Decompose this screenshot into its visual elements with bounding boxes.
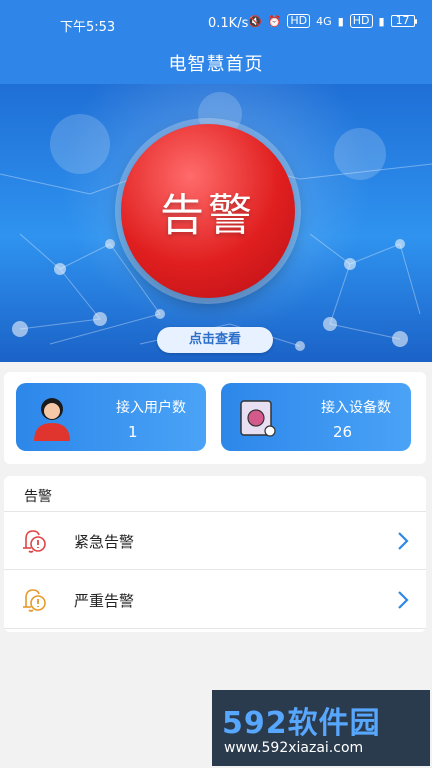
status-bar: 下午5:53 0.1K/s 🔇 ⏰ HD 4G ▮ HD ▮ 17: [0, 12, 432, 38]
battery-icon: 17: [390, 15, 417, 27]
urgent-alarm-label: 紧急告警: [74, 533, 135, 551]
alarm-section-header: 告警: [4, 476, 426, 512]
alarm-section-title: 告警: [24, 489, 52, 505]
alarm-button[interactable]: 告警: [121, 124, 295, 298]
bell-alert-icon: [23, 530, 46, 553]
signal-icon: ▮: [337, 14, 344, 28]
site-watermark: 592软件园 www.592xiazai.com: [212, 690, 430, 766]
watermark-url: www.592xiazai.com: [224, 740, 364, 756]
users-label: 接入用户数: [116, 400, 186, 416]
hd-icon-2: HD: [349, 14, 373, 28]
alarm-banner: 告警 点击查看: [0, 84, 432, 362]
mute-icon: 🔇: [248, 14, 262, 28]
status-icons: 🔇 ⏰ HD 4G ▮ HD ▮ 17: [248, 14, 417, 28]
user-avatar-icon: [34, 398, 70, 441]
watermark-brand: 592软件园: [222, 706, 381, 741]
signal-icon-2: ▮: [378, 14, 385, 28]
bell-warning-icon: [23, 589, 46, 612]
top-bar: 下午5:53 0.1K/s 🔇 ⏰ HD 4G ▮ HD ▮ 17 电智慧首页: [0, 0, 432, 84]
devices-value: 26: [333, 423, 353, 441]
view-details-button[interactable]: 点击查看: [157, 327, 273, 353]
signal-label: 4G: [316, 14, 332, 28]
alarm-clock-icon: ⏰: [267, 14, 282, 28]
stats-panel: 接入用户数 1 接入设备数 26: [4, 372, 426, 464]
chevron-right-icon: [398, 532, 409, 550]
devices-card[interactable]: 接入设备数 26: [221, 383, 411, 451]
page-title: 电智慧首页: [168, 54, 264, 75]
users-value: 1: [128, 423, 138, 441]
users-card[interactable]: 接入用户数 1: [16, 383, 206, 451]
status-time: 下午5:53: [60, 20, 116, 35]
list-item-severe-alarm[interactable]: 严重告警: [4, 571, 426, 629]
alarm-label: 告警: [160, 190, 256, 241]
list-item-urgent-alarm[interactable]: 紧急告警: [4, 512, 426, 570]
chevron-right-icon: [398, 591, 409, 609]
alarm-list-section: 告警 紧急告警 严重告警: [4, 476, 426, 632]
device-icon: [240, 400, 276, 437]
hd-icon: HD: [287, 14, 311, 28]
devices-label: 接入设备数: [321, 400, 391, 416]
network-speed: 0.1K/s: [208, 16, 249, 31]
severe-alarm-label: 严重告警: [74, 592, 135, 610]
